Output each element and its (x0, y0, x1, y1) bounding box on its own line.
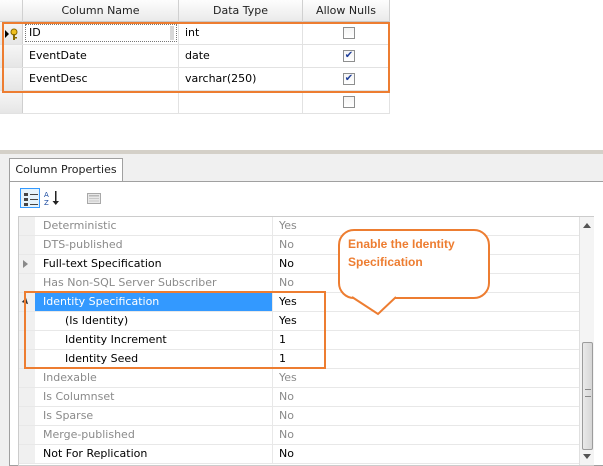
scroll-up-icon[interactable] (583, 223, 591, 228)
property-row-identity-increment[interactable]: Identity Increment 1 (19, 331, 579, 350)
allow-nulls-checkbox[interactable]: ✔ (343, 50, 355, 62)
allow-nulls-cell[interactable]: ✔ (303, 68, 390, 90)
allow-nulls-checkbox[interactable] (343, 27, 355, 39)
row-selector[interactable] (0, 22, 23, 44)
data-type-cell[interactable]: date (179, 45, 303, 67)
callout-bubble: Enable the Identity Specification (338, 229, 490, 299)
row-selector[interactable] (0, 68, 23, 90)
scrollbar-thumb[interactable] (582, 342, 593, 450)
property-row-full-text-specification[interactable]: Full-text Specification No (19, 255, 579, 274)
grid-header: Column Name Data Type Allow Nulls (0, 0, 390, 22)
property-row-has-non-sql-server-subscriber[interactable]: Has Non-SQL Server Subscriber No (19, 274, 579, 293)
alphabetical-button[interactable]: A Z (42, 188, 62, 208)
property-grid: Deterministic Yes DTS-published No Full-… (18, 216, 594, 466)
collapse-arrow-icon[interactable] (21, 297, 31, 307)
grip-icon (585, 389, 591, 397)
allow-nulls-cell[interactable]: ✔ (303, 45, 390, 67)
property-row-is-identity[interactable]: (Is Identity) Yes (19, 312, 579, 331)
property-grid-scrollbar[interactable] (579, 217, 594, 465)
property-row-indexable[interactable]: Indexable Yes (19, 369, 579, 388)
alphabetical-icon: A Z (44, 191, 59, 206)
table-designer-grid: Column Name Data Type Allow Nulls ID int… (0, 0, 390, 118)
property-toolbar: A Z (20, 188, 110, 208)
column-properties-area: Column Properties A Z Deterministic Yes … (0, 154, 603, 466)
data-type-cell[interactable] (179, 91, 303, 113)
data-type-cell[interactable]: varchar(250) (179, 68, 303, 90)
property-pages-icon (87, 193, 101, 204)
data-type-header[interactable]: Data Type (179, 0, 303, 22)
row-selector[interactable] (0, 91, 23, 113)
table-row[interactable]: EventDate date ✔ (0, 45, 390, 68)
callout-text: Enable the Identity Specification (348, 237, 455, 269)
column-name-cell[interactable] (23, 91, 179, 113)
tab-column-properties[interactable]: Column Properties (9, 158, 123, 182)
categorized-button[interactable] (20, 188, 40, 208)
column-name-cell[interactable]: EventDate (23, 45, 179, 67)
categorized-icon (24, 193, 38, 206)
property-row-not-for-replication[interactable]: Not For Replication No (19, 445, 579, 464)
column-name-cell[interactable]: ID (23, 22, 179, 44)
table-row[interactable]: ID int (0, 22, 390, 45)
data-type-cell[interactable]: int (179, 22, 303, 44)
column-name-header[interactable]: Column Name (23, 0, 179, 22)
column-properties-panel: A Z Deterministic Yes DTS-published No F… (9, 181, 603, 466)
primary-key-icon (5, 28, 18, 40)
row-selector[interactable] (0, 45, 23, 67)
column-name-cell[interactable]: EventDesc (23, 68, 179, 90)
allow-nulls-checkbox[interactable] (343, 96, 355, 108)
property-row-is-columnset[interactable]: Is Columnset No (19, 388, 579, 407)
allow-nulls-checkbox[interactable]: ✔ (343, 73, 355, 85)
row-selector-header (0, 0, 23, 22)
svg-text:A: A (44, 191, 49, 199)
table-row[interactable]: EventDesc varchar(250) ✔ (0, 68, 390, 91)
property-row-dts-published[interactable]: DTS-published No (19, 236, 579, 255)
allow-nulls-header[interactable]: Allow Nulls (303, 0, 390, 22)
scroll-down-icon[interactable] (583, 454, 591, 459)
callout-tail (352, 296, 396, 316)
property-row-identity-specification[interactable]: Identity Specification Yes (19, 293, 579, 312)
expand-arrow-icon[interactable] (23, 260, 28, 268)
property-row-identity-seed[interactable]: Identity Seed 1 (19, 350, 579, 369)
allow-nulls-cell[interactable] (303, 91, 390, 113)
allow-nulls-cell[interactable] (303, 22, 390, 44)
property-row-is-sparse[interactable]: Is Sparse No (19, 407, 579, 426)
property-row-deterministic[interactable]: Deterministic Yes (19, 217, 579, 236)
table-row[interactable] (0, 91, 390, 114)
svg-text:Z: Z (44, 199, 49, 206)
property-row-merge-published[interactable]: Merge-published No (19, 426, 579, 445)
property-pages-button[interactable] (84, 188, 104, 208)
